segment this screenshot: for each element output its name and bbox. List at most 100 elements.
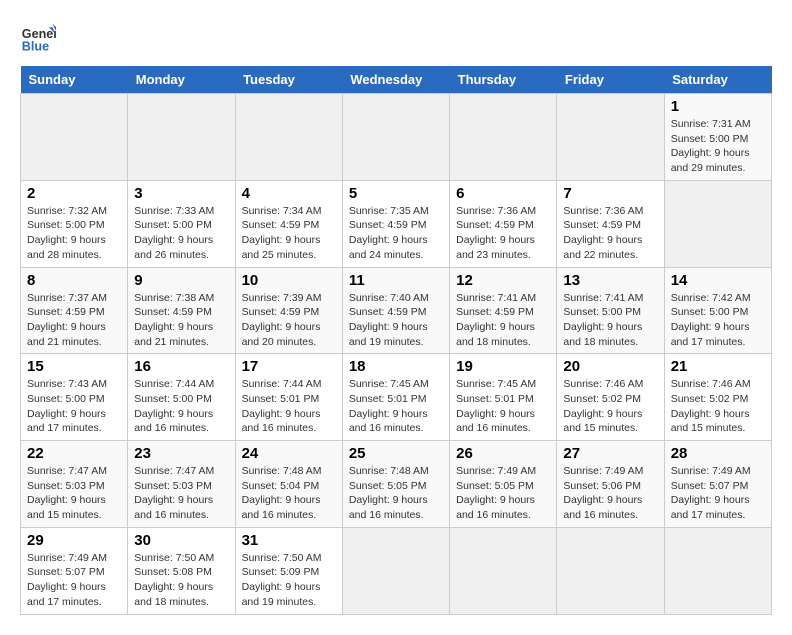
empty-cell: [557, 94, 664, 181]
day-cell-18: 18 Sunrise: 7:45 AMSunset: 5:01 PMDayligh…: [342, 354, 449, 441]
day-info: Sunrise: 7:47 AMSunset: 5:03 PMDaylight:…: [27, 464, 121, 523]
empty-cell: [21, 94, 128, 181]
day-cell-21: 21 Sunrise: 7:46 AMSunset: 5:02 PMDayligh…: [664, 354, 771, 441]
day-number: 11: [349, 272, 443, 289]
day-number: 23: [134, 445, 228, 462]
day-number: 21: [671, 358, 765, 375]
day-info: Sunrise: 7:48 AMSunset: 5:05 PMDaylight:…: [349, 464, 443, 523]
day-info: Sunrise: 7:45 AMSunset: 5:01 PMDaylight:…: [349, 377, 443, 436]
day-info: Sunrise: 7:39 AMSunset: 4:59 PMDaylight:…: [242, 291, 336, 350]
day-info: Sunrise: 7:44 AMSunset: 5:00 PMDaylight:…: [134, 377, 228, 436]
day-number: 27: [563, 445, 657, 462]
logo-icon: General Blue: [20, 20, 56, 56]
day-cell-11: 11 Sunrise: 7:40 AMSunset: 4:59 PMDayligh…: [342, 267, 449, 354]
day-cell-9: 9 Sunrise: 7:38 AMSunset: 4:59 PMDaylight…: [128, 267, 235, 354]
day-cell-6: 6 Sunrise: 7:36 AMSunset: 4:59 PMDaylight…: [450, 180, 557, 267]
day-info: Sunrise: 7:50 AMSunset: 5:08 PMDaylight:…: [134, 551, 228, 610]
day-number: 12: [456, 272, 550, 289]
day-cell-13: 13 Sunrise: 7:41 AMSunset: 5:00 PMDayligh…: [557, 267, 664, 354]
day-info: Sunrise: 7:46 AMSunset: 5:02 PMDaylight:…: [671, 377, 765, 436]
calendar-week-6: 29Sunrise: 7:49 AMSunset: 5:07 PMDayligh…: [21, 527, 772, 614]
day-cell-7: 7Sunrise: 7:36 AMSunset: 4:59 PMDaylight…: [557, 180, 664, 267]
day-cell-16: 16 Sunrise: 7:44 AMSunset: 5:00 PMDayligh…: [128, 354, 235, 441]
logo: General Blue: [20, 20, 60, 56]
day-cell-14: 14 Sunrise: 7:42 AMSunset: 5:00 PMDayligh…: [664, 267, 771, 354]
svg-text:Blue: Blue: [22, 40, 49, 54]
page-header: General Blue: [20, 20, 772, 56]
day-info: Sunrise: 7:41 AMSunset: 5:00 PMDaylight:…: [563, 291, 657, 350]
day-cell-26: 26 Sunrise: 7:49 AMSunset: 5:05 PMDayligh…: [450, 441, 557, 528]
header-day-friday: Friday: [557, 66, 664, 94]
day-number: 30: [134, 532, 228, 549]
day-info: Sunrise: 7:49 AMSunset: 5:07 PMDaylight:…: [671, 464, 765, 523]
day-cell-5: 5 Sunrise: 7:35 AMSunset: 4:59 PMDaylight…: [342, 180, 449, 267]
day-info: Sunrise: 7:49 AMSunset: 5:07 PMDaylight:…: [27, 551, 121, 610]
day-info: Sunrise: 7:40 AMSunset: 4:59 PMDaylight:…: [349, 291, 443, 350]
day-number: 10: [242, 272, 336, 289]
calendar-week-5: 22 Sunrise: 7:47 AMSunset: 5:03 PMDayligh…: [21, 441, 772, 528]
day-number: 13: [563, 272, 657, 289]
day-cell-12: 12 Sunrise: 7:41 AMSunset: 4:59 PMDayligh…: [450, 267, 557, 354]
day-number: 14: [671, 272, 765, 289]
empty-cell: [128, 94, 235, 181]
day-number: 16: [134, 358, 228, 375]
day-info: Sunrise: 7:49 AMSunset: 5:06 PMDaylight:…: [563, 464, 657, 523]
empty-cell: [450, 527, 557, 614]
day-info: Sunrise: 7:38 AMSunset: 4:59 PMDaylight:…: [134, 291, 228, 350]
day-number: 20: [563, 358, 657, 375]
day-info: Sunrise: 7:47 AMSunset: 5:03 PMDaylight:…: [134, 464, 228, 523]
day-info: Sunrise: 7:41 AMSunset: 4:59 PMDaylight:…: [456, 291, 550, 350]
day-cell-19: 19Sunrise: 7:45 AMSunset: 5:01 PMDayligh…: [450, 354, 557, 441]
day-info: Sunrise: 7:32 AMSunset: 5:00 PMDaylight:…: [27, 204, 121, 263]
day-cell-27: 27 Sunrise: 7:49 AMSunset: 5:06 PMDayligh…: [557, 441, 664, 528]
empty-cell: [235, 94, 342, 181]
day-info: Sunrise: 7:48 AMSunset: 5:04 PMDaylight:…: [242, 464, 336, 523]
day-cell-31: 31 Sunrise: 7:50 AMSunset: 5:09 PMDayligh…: [235, 527, 342, 614]
day-number: 6: [456, 185, 550, 202]
day-cell-29: 29Sunrise: 7:49 AMSunset: 5:07 PMDayligh…: [21, 527, 128, 614]
day-number: 31: [242, 532, 336, 549]
empty-cell: [557, 527, 664, 614]
header-day-saturday: Saturday: [664, 66, 771, 94]
day-number: 17: [242, 358, 336, 375]
day-number: 19: [456, 358, 550, 375]
empty-cell: [342, 94, 449, 181]
day-info: Sunrise: 7:35 AMSunset: 4:59 PMDaylight:…: [349, 204, 443, 263]
day-cell-28: 28Sunrise: 7:49 AMSunset: 5:07 PMDayligh…: [664, 441, 771, 528]
day-cell-22: 22 Sunrise: 7:47 AMSunset: 5:03 PMDayligh…: [21, 441, 128, 528]
empty-cell: [664, 180, 771, 267]
day-number: 4: [242, 185, 336, 202]
calendar-week-2: 2Sunrise: 7:32 AMSunset: 5:00 PMDaylight…: [21, 180, 772, 267]
day-info: Sunrise: 7:46 AMSunset: 5:02 PMDaylight:…: [563, 377, 657, 436]
day-cell-30: 30 Sunrise: 7:50 AMSunset: 5:08 PMDayligh…: [128, 527, 235, 614]
day-number: 15: [27, 358, 121, 375]
day-cell-15: 15 Sunrise: 7:43 AMSunset: 5:00 PMDayligh…: [21, 354, 128, 441]
day-number: 7: [563, 185, 657, 202]
calendar-table: SundayMondayTuesdayWednesdayThursdayFrid…: [20, 66, 772, 615]
day-info: Sunrise: 7:50 AMSunset: 5:09 PMDaylight:…: [242, 551, 336, 610]
day-number: 24: [242, 445, 336, 462]
day-cell-2: 2Sunrise: 7:32 AMSunset: 5:00 PMDaylight…: [21, 180, 128, 267]
day-number: 8: [27, 272, 121, 289]
day-number: 1: [671, 98, 765, 115]
day-number: 25: [349, 445, 443, 462]
empty-cell: [450, 94, 557, 181]
header-day-sunday: Sunday: [21, 66, 128, 94]
header-row: SundayMondayTuesdayWednesdayThursdayFrid…: [21, 66, 772, 94]
day-info: Sunrise: 7:33 AMSunset: 5:00 PMDaylight:…: [134, 204, 228, 263]
day-number: 26: [456, 445, 550, 462]
day-number: 22: [27, 445, 121, 462]
header-day-monday: Monday: [128, 66, 235, 94]
day-number: 5: [349, 185, 443, 202]
day-number: 9: [134, 272, 228, 289]
header-day-wednesday: Wednesday: [342, 66, 449, 94]
day-number: 18: [349, 358, 443, 375]
day-info: Sunrise: 7:43 AMSunset: 5:00 PMDaylight:…: [27, 377, 121, 436]
day-info: Sunrise: 7:42 AMSunset: 5:00 PMDaylight:…: [671, 291, 765, 350]
calendar-week-4: 15 Sunrise: 7:43 AMSunset: 5:00 PMDayligh…: [21, 354, 772, 441]
day-info: Sunrise: 7:49 AMSunset: 5:05 PMDaylight:…: [456, 464, 550, 523]
day-info: Sunrise: 7:34 AMSunset: 4:59 PMDaylight:…: [242, 204, 336, 263]
day-info: Sunrise: 7:36 AMSunset: 4:59 PMDaylight:…: [456, 204, 550, 263]
day-cell-24: 24 Sunrise: 7:48 AMSunset: 5:04 PMDayligh…: [235, 441, 342, 528]
day-info: Sunrise: 7:37 AMSunset: 4:59 PMDaylight:…: [27, 291, 121, 350]
